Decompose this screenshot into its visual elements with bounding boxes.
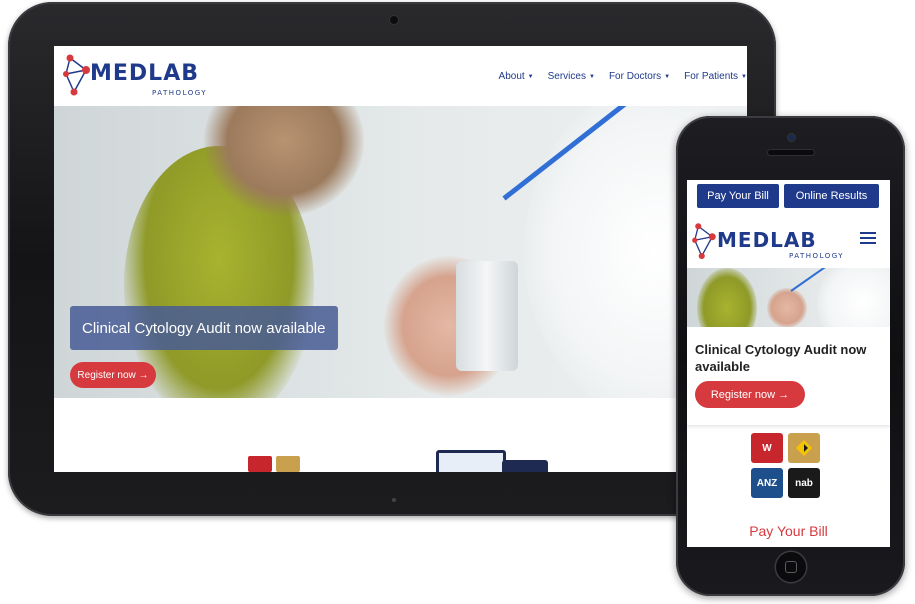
- logo-wordmark: MEDLAB: [90, 61, 199, 86]
- nav-label: About: [498, 71, 525, 82]
- services-section: [54, 398, 747, 472]
- caret-down-icon: ▼: [588, 74, 595, 80]
- phone-speaker: [768, 150, 814, 155]
- online-results-laptop-icon: [436, 450, 506, 472]
- pay-bill-section: W ANZ nab Pay Your Bill: [687, 433, 890, 547]
- laptop-screen: [439, 453, 503, 472]
- hero-caption: Clinical Cytology Audit now available: [70, 306, 338, 350]
- nav-label: For Patients: [684, 71, 739, 82]
- online-results-button[interactable]: Online Results: [784, 184, 879, 208]
- commbank-logo-icon: [788, 433, 820, 463]
- tablet-camera: [390, 16, 398, 24]
- phone-camera: [788, 134, 795, 141]
- mobile-top-bar: Pay Your Bill Online Results: [687, 180, 890, 216]
- mobile-hero-content: Clinical Cytology Audit now available Re…: [687, 327, 890, 425]
- caret-down-icon: ▼: [527, 74, 534, 80]
- nav-label: Services: [547, 71, 586, 82]
- commbank-logo-icon: [276, 456, 300, 472]
- home-button-icon: [785, 561, 797, 573]
- hero-photo-sample-jar: [456, 261, 518, 371]
- phone-screen: Pay Your Bill Online Results MEDLAB PATH…: [687, 180, 890, 547]
- phone-home-button[interactable]: [776, 552, 806, 582]
- tablet-device: MEDLAB PATHOLOGY About ▼ Services ▼ For Do…: [8, 2, 776, 516]
- register-now-button[interactable]: Register now →: [695, 381, 805, 408]
- medlab-logo[interactable]: MEDLAB PATHOLOGY: [60, 52, 210, 100]
- hamburger-icon[interactable]: [860, 232, 876, 244]
- pay-your-bill-button[interactable]: Pay Your Bill: [697, 184, 779, 208]
- nav-label: For Doctors: [608, 71, 662, 82]
- hero-photo-coat: [817, 268, 890, 327]
- pay-your-bill-heading[interactable]: Pay Your Bill: [687, 523, 890, 539]
- hero-banner: Clinical Cytology Audit now available Re…: [54, 106, 747, 398]
- nav-item-for-patients[interactable]: For Patients ▼: [684, 71, 747, 82]
- hero-title: Clinical Cytology Audit now available: [695, 342, 867, 374]
- westpac-logo-icon: [248, 456, 272, 472]
- hero-photo-hand: [767, 288, 807, 327]
- phone-device: Pay Your Bill Online Results MEDLAB PATH…: [676, 116, 905, 596]
- tablet-screen: MEDLAB PATHOLOGY About ▼ Services ▼ For Do…: [54, 46, 747, 472]
- logo-wordmark: MEDLAB: [717, 228, 817, 252]
- nav-item-about[interactable]: About ▼: [499, 71, 534, 82]
- nav-item-for-doctors[interactable]: For Doctors ▼: [609, 71, 670, 82]
- logo-tagline: PATHOLOGY: [789, 252, 845, 260]
- register-now-button[interactable]: Register now →: [70, 362, 156, 388]
- nav-item-services[interactable]: Services ▼: [548, 71, 595, 82]
- westpac-logo-icon: W: [751, 433, 783, 463]
- tablet-home-indicator: [392, 498, 396, 502]
- commbank-diamond-icon: [796, 440, 812, 456]
- nab-logo-icon: nab: [788, 468, 820, 498]
- caret-down-icon: ▼: [741, 74, 747, 80]
- medlab-logo[interactable]: MEDLAB PATHOLOGY: [689, 220, 849, 264]
- online-results-device-icon: [502, 460, 548, 472]
- hero-photo-person: [697, 268, 757, 327]
- mobile-header: MEDLAB PATHOLOGY: [687, 216, 890, 268]
- anz-logo-icon: ANZ: [751, 468, 783, 498]
- caret-down-icon: ▼: [664, 74, 671, 80]
- main-nav: About ▼ Services ▼ For Doctors ▼ For Patien…: [499, 71, 747, 82]
- mobile-hero-image: [687, 268, 890, 327]
- site-header: MEDLAB PATHOLOGY About ▼ Services ▼ For Do…: [54, 46, 747, 106]
- logo-tagline: PATHOLOGY: [152, 89, 208, 97]
